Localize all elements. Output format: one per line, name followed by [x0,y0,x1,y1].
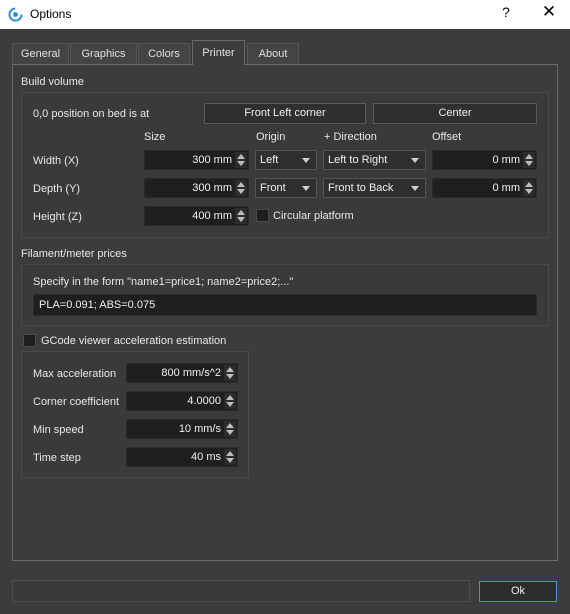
depth-size-spinbox[interactable]: 300 mm [144,178,249,198]
arrow-down-icon[interactable] [237,189,245,194]
chevron-down-icon [302,158,310,163]
arrow-down-icon[interactable] [237,217,245,222]
corner-coefficient-stepper[interactable] [224,393,236,409]
width-size-spinbox[interactable]: 300 mm [144,150,249,170]
max-acceleration-value: 800 mm/s^2 [161,367,221,379]
min-speed-spinbox[interactable]: 10 mm/s [126,419,238,439]
arrow-up-icon[interactable] [525,182,533,187]
time-step-stepper[interactable] [224,449,236,465]
gcode-viewer-checkbox[interactable] [23,334,36,347]
depth-size-stepper[interactable] [235,180,247,196]
arrow-down-icon[interactable] [525,161,533,166]
arrow-up-icon[interactable] [226,367,234,372]
width-offset-spinbox[interactable]: 0 mm [432,150,537,170]
arrow-up-icon[interactable] [525,154,533,159]
time-step-label: Time step [33,452,81,464]
chevron-down-icon [411,186,419,191]
tab-colors[interactable]: Colors [138,43,190,64]
circular-platform-checkbox[interactable] [256,209,269,222]
depth-offset-value: 0 mm [492,182,521,194]
arrow-down-icon[interactable] [237,161,245,166]
window-title: Options [30,7,72,21]
max-acceleration-stepper[interactable] [224,365,236,381]
time-step-spinbox[interactable]: 40 ms [126,447,238,467]
width-offset-stepper[interactable] [523,152,535,168]
origin-column-header: Origin [256,131,286,143]
arrow-up-icon[interactable] [226,451,234,456]
filament-prices-input[interactable]: PLA=0.091; ABS=0.075 [33,294,537,316]
min-speed-label: Min speed [33,424,84,436]
circular-platform-label: Circular platform [273,210,354,222]
arrow-up-icon[interactable] [226,423,234,428]
width-origin-value: Left [260,154,279,166]
arrow-up-icon[interactable] [237,154,245,159]
arrow-down-icon[interactable] [226,374,234,379]
arrow-down-icon[interactable] [226,402,234,407]
depth-offset-spinbox[interactable]: 0 mm [432,178,537,198]
status-bar [12,580,470,602]
width-direction-dropdown[interactable]: Left to Right [323,150,426,170]
height-size-stepper[interactable] [235,208,247,224]
time-step-value: 40 ms [191,451,221,463]
arrow-down-icon[interactable] [226,458,234,463]
tab-graphics[interactable]: Graphics [70,43,137,64]
width-size-stepper[interactable] [235,152,247,168]
filament-hint: Specify in the form "name1=price1; name2… [33,276,294,288]
corner-coefficient-label: Corner coefficient [33,396,120,408]
title-bar: Options ? ✕ [0,0,570,29]
arrow-up-icon[interactable] [237,182,245,187]
build-volume-title: Build volume [21,76,84,88]
help-button[interactable]: ? [498,4,514,20]
chevron-down-icon [302,186,310,191]
gcode-viewer-label: GCode viewer acceleration estimation [41,335,227,347]
arrow-up-icon[interactable] [237,210,245,215]
filament-prices-title: Filament/meter prices [21,248,127,260]
direction-column-header: + Direction [324,131,377,143]
depth-offset-stepper[interactable] [523,180,535,196]
app-logo-icon [8,7,23,22]
ok-button[interactable]: Ok [479,581,557,602]
depth-size-value: 300 mm [192,182,232,194]
min-speed-stepper[interactable] [224,421,236,437]
height-label: Height (Z) [33,211,82,223]
arrow-down-icon[interactable] [226,430,234,435]
height-size-spinbox[interactable]: 400 mm [144,206,249,226]
max-acceleration-label: Max acceleration [33,368,117,380]
corner-coefficient-value: 4.0000 [187,395,221,407]
width-offset-value: 0 mm [492,154,521,166]
tab-printer[interactable]: Printer [192,40,245,65]
depth-origin-value: Front [260,182,286,194]
max-acceleration-spinbox[interactable]: 800 mm/s^2 [126,363,238,383]
tab-general[interactable]: General [12,43,69,64]
arrow-down-icon[interactable] [525,189,533,194]
arrow-up-icon[interactable] [226,395,234,400]
width-origin-dropdown[interactable]: Left [255,150,317,170]
size-column-header: Size [144,131,166,143]
depth-direction-dropdown[interactable]: Front to Back [323,178,426,198]
close-button[interactable]: ✕ [539,2,559,22]
width-size-value: 300 mm [192,154,232,166]
offset-column-header: Offset [432,131,462,143]
min-speed-value: 10 mm/s [178,423,221,435]
center-button[interactable]: Center [373,103,537,124]
origin-position-label: 0,0 position on bed is at [33,108,150,120]
tab-about[interactable]: About [247,43,299,64]
corner-coefficient-spinbox[interactable]: 4.0000 [126,391,238,411]
chevron-down-icon [411,158,419,163]
height-size-value: 400 mm [192,210,232,222]
front-left-corner-button[interactable]: Front Left corner [204,103,366,124]
depth-label: Depth (Y) [33,183,81,195]
width-direction-value: Left to Right [328,154,388,166]
depth-origin-dropdown[interactable]: Front [255,178,317,198]
width-label: Width (X) [33,155,79,167]
depth-direction-value: Front to Back [328,182,394,194]
